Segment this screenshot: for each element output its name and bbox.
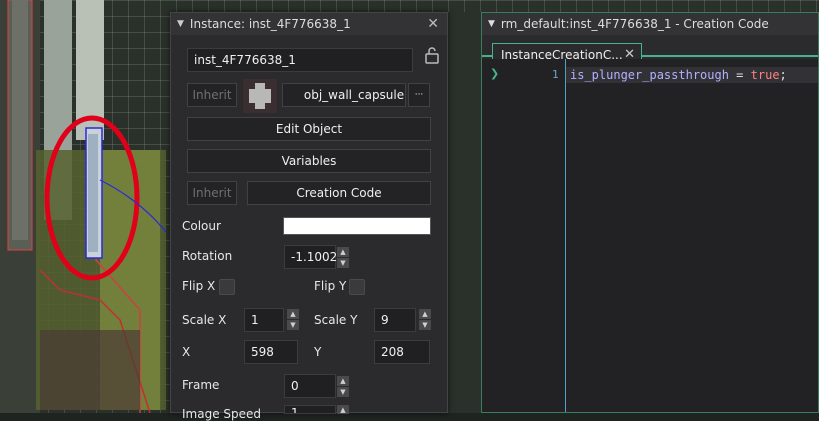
instance-window-title: Instance: inst_4F776638_1 xyxy=(189,17,351,31)
inherit-code-button[interactable]: Inherit xyxy=(187,181,237,205)
scale-y-label: Scale Y xyxy=(314,313,358,327)
increment-icon[interactable]: ▲ xyxy=(337,376,349,386)
image-speed-label: Image Speed xyxy=(182,407,262,421)
code-operator: = xyxy=(728,68,751,82)
y-input[interactable]: 208 xyxy=(374,340,430,364)
variables-button[interactable]: Variables xyxy=(187,149,431,173)
frame-label: Frame xyxy=(182,378,220,392)
object-name: obj_wall_capsule xyxy=(303,88,405,102)
scale-y-input[interactable]: 9 xyxy=(374,308,416,332)
inherit-button[interactable]: Inherit xyxy=(187,83,237,107)
close-icon[interactable]: ✕ xyxy=(427,16,439,32)
increment-icon[interactable]: ▲ xyxy=(419,309,431,319)
scale-y-value: 9 xyxy=(381,313,389,327)
flip-y-checkbox[interactable] xyxy=(349,279,365,295)
rotation-input[interactable]: -1.1002 xyxy=(284,245,338,269)
x-input[interactable]: 598 xyxy=(244,340,298,364)
collapse-caret-icon[interactable]: ▼ xyxy=(177,19,184,29)
frame-value: 0 xyxy=(291,379,299,393)
y-label: Y xyxy=(314,345,322,359)
instance-name-value: inst_4F776638_1 xyxy=(194,53,296,67)
collapse-caret-icon[interactable]: ▼ xyxy=(488,19,495,29)
instance-name-field[interactable]: inst_4F776638_1 xyxy=(187,48,413,72)
more-label: ··· xyxy=(414,90,424,100)
frame-input[interactable]: 0 xyxy=(284,374,336,398)
object-more-button[interactable]: ··· xyxy=(408,83,430,107)
inherit-code-label: Inherit xyxy=(192,186,232,200)
code-window-title: rm_default:inst_4F776638_1 - Creation Co… xyxy=(500,17,769,31)
frame-stepper[interactable]: ▲ ▼ xyxy=(337,376,349,397)
line-number: 1 xyxy=(552,68,559,81)
x-label: X xyxy=(182,345,191,359)
scale-x-input[interactable]: 1 xyxy=(244,308,284,332)
scale-y-stepper[interactable]: ▲ ▼ xyxy=(419,309,431,330)
decrement-icon[interactable]: ▼ xyxy=(337,258,349,268)
rotation-stepper[interactable]: ▲ ▼ xyxy=(337,247,349,268)
code-terminator: ; xyxy=(779,68,787,82)
increment-icon[interactable]: ▲ xyxy=(287,309,299,319)
inherit-button-label: Inherit xyxy=(192,88,232,102)
code-tab-bar: InstanceCreationC... ✕ xyxy=(482,35,818,65)
creation-code-button[interactable]: Creation Code xyxy=(247,181,431,205)
scale-x-stepper[interactable]: ▲ ▼ xyxy=(287,309,299,330)
flip-x-label: Flip X xyxy=(182,279,216,293)
object-selector[interactable]: obj_wall_capsule xyxy=(282,83,406,107)
edit-object-button[interactable]: Edit Object xyxy=(187,117,431,141)
flip-x-checkbox[interactable] xyxy=(219,279,235,295)
instance-window: ▼ Instance: inst_4F776638_1 ✕ inst_4F776… xyxy=(170,12,448,421)
decrement-icon[interactable]: ▼ xyxy=(287,320,299,330)
code-variable: is_plunger_passthrough xyxy=(570,68,729,82)
scale-x-value: 1 xyxy=(251,313,259,327)
code-editor[interactable]: ❯ 1 is_plunger_passthrough = true; xyxy=(482,59,818,412)
scale-x-label: Scale X xyxy=(182,313,227,327)
colour-label: Colour xyxy=(182,219,221,233)
instance-window-titlebar[interactable]: ▼ Instance: inst_4F776638_1 ✕ xyxy=(171,13,447,35)
rotation-label: Rotation xyxy=(182,249,233,263)
flip-y-label: Flip Y xyxy=(314,279,347,293)
fold-arrow-icon[interactable]: ❯ xyxy=(490,67,499,80)
creation-code-label: Creation Code xyxy=(296,186,382,200)
code-keyword: true xyxy=(750,68,780,82)
edit-object-label: Edit Object xyxy=(275,122,343,136)
x-value: 598 xyxy=(251,345,274,359)
code-line[interactable]: is_plunger_passthrough = true; xyxy=(570,68,787,82)
code-editor-window: ▼ rm_default:inst_4F776638_1 - Creation … xyxy=(481,12,819,413)
lock-icon[interactable] xyxy=(425,46,439,64)
increment-icon[interactable]: ▲ xyxy=(337,247,349,257)
variables-label: Variables xyxy=(281,154,337,168)
rotation-value: -1.1002 xyxy=(291,250,338,264)
decrement-icon[interactable]: ▼ xyxy=(419,320,431,330)
decrement-icon[interactable]: ▼ xyxy=(337,387,349,397)
line-gutter xyxy=(482,59,566,412)
sprite-preview-icon xyxy=(243,79,277,113)
code-window-titlebar[interactable]: ▼ rm_default:inst_4F776638_1 - Creation … xyxy=(482,13,818,35)
y-value: 208 xyxy=(381,345,404,359)
colour-swatch[interactable] xyxy=(283,217,431,235)
